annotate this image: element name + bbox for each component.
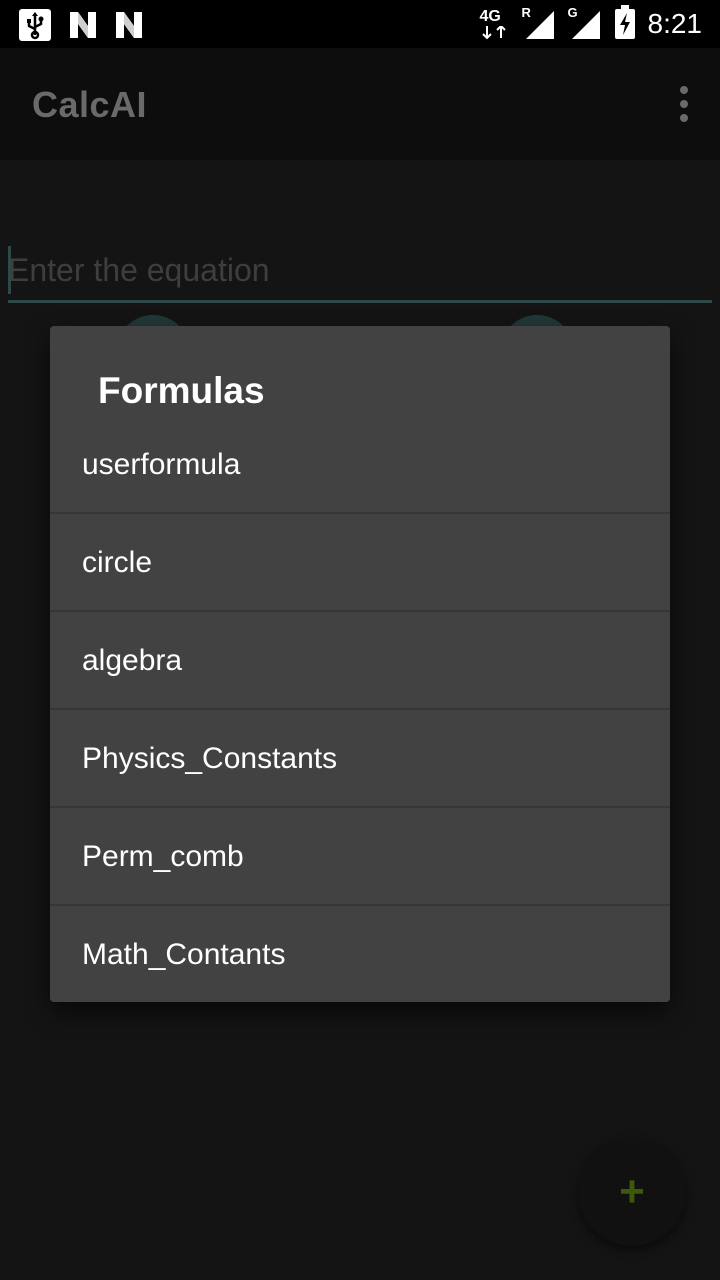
app-title: CalcAI — [32, 84, 148, 125]
formula-item-label: Physics_Constants — [82, 742, 338, 775]
status-bar: 4G R G 8:21 — [0, 0, 720, 48]
formula-item-label: algebra — [82, 644, 183, 677]
dot — [680, 86, 688, 94]
signal-strength-icon-2: G — [568, 5, 602, 41]
formula-item-circle[interactable]: circle — [50, 514, 670, 612]
equation-input[interactable] — [8, 240, 712, 303]
usb-icon — [18, 8, 52, 47]
plus-icon: + — [619, 1167, 645, 1216]
network-4g-label: 4G — [479, 8, 501, 25]
dot — [680, 114, 688, 122]
dialog-title: Formulas — [98, 370, 265, 411]
formula-item-label: Math_Contants — [82, 938, 286, 971]
more-vert-icon[interactable] — [676, 86, 692, 122]
formula-item-label: userformula — [82, 448, 241, 481]
clock: 8:21 — [647, 8, 703, 39]
formula-item-perm-comb[interactable]: Perm_comb — [50, 808, 670, 906]
system-icons: 4G R G 8:21 — [480, 4, 703, 44]
network-4g-indicator: 4G — [480, 6, 510, 42]
text-cursor — [8, 246, 11, 294]
formula-item-label: Perm_comb — [82, 840, 244, 873]
formula-item-math-contants[interactable]: Math_Contants — [50, 906, 670, 1004]
formula-item-algebra[interactable]: algebra — [50, 612, 670, 710]
n-notification-icon — [114, 10, 144, 45]
formulas-dialog: Formulas userformula circle algebra Phys… — [50, 326, 670, 1002]
add-formula-button[interactable]: + — [578, 1138, 686, 1246]
signal-strength-icon: R — [522, 5, 556, 41]
app-bar: CalcAI — [0, 48, 720, 160]
n-notification-icon — [68, 10, 98, 45]
formula-item-userformula[interactable]: userformula — [50, 416, 670, 514]
notification-icons — [18, 8, 144, 47]
screen: 4G R G 8:21 CalcAI Enter the equation + … — [0, 0, 720, 1280]
dot — [680, 100, 688, 108]
formula-item-label: circle — [82, 546, 153, 579]
formula-item-physics-constants[interactable]: Physics_Constants — [50, 710, 670, 808]
battery-charging-icon — [614, 4, 636, 44]
formula-list: userformula circle algebra Physics_Const… — [50, 416, 670, 1004]
